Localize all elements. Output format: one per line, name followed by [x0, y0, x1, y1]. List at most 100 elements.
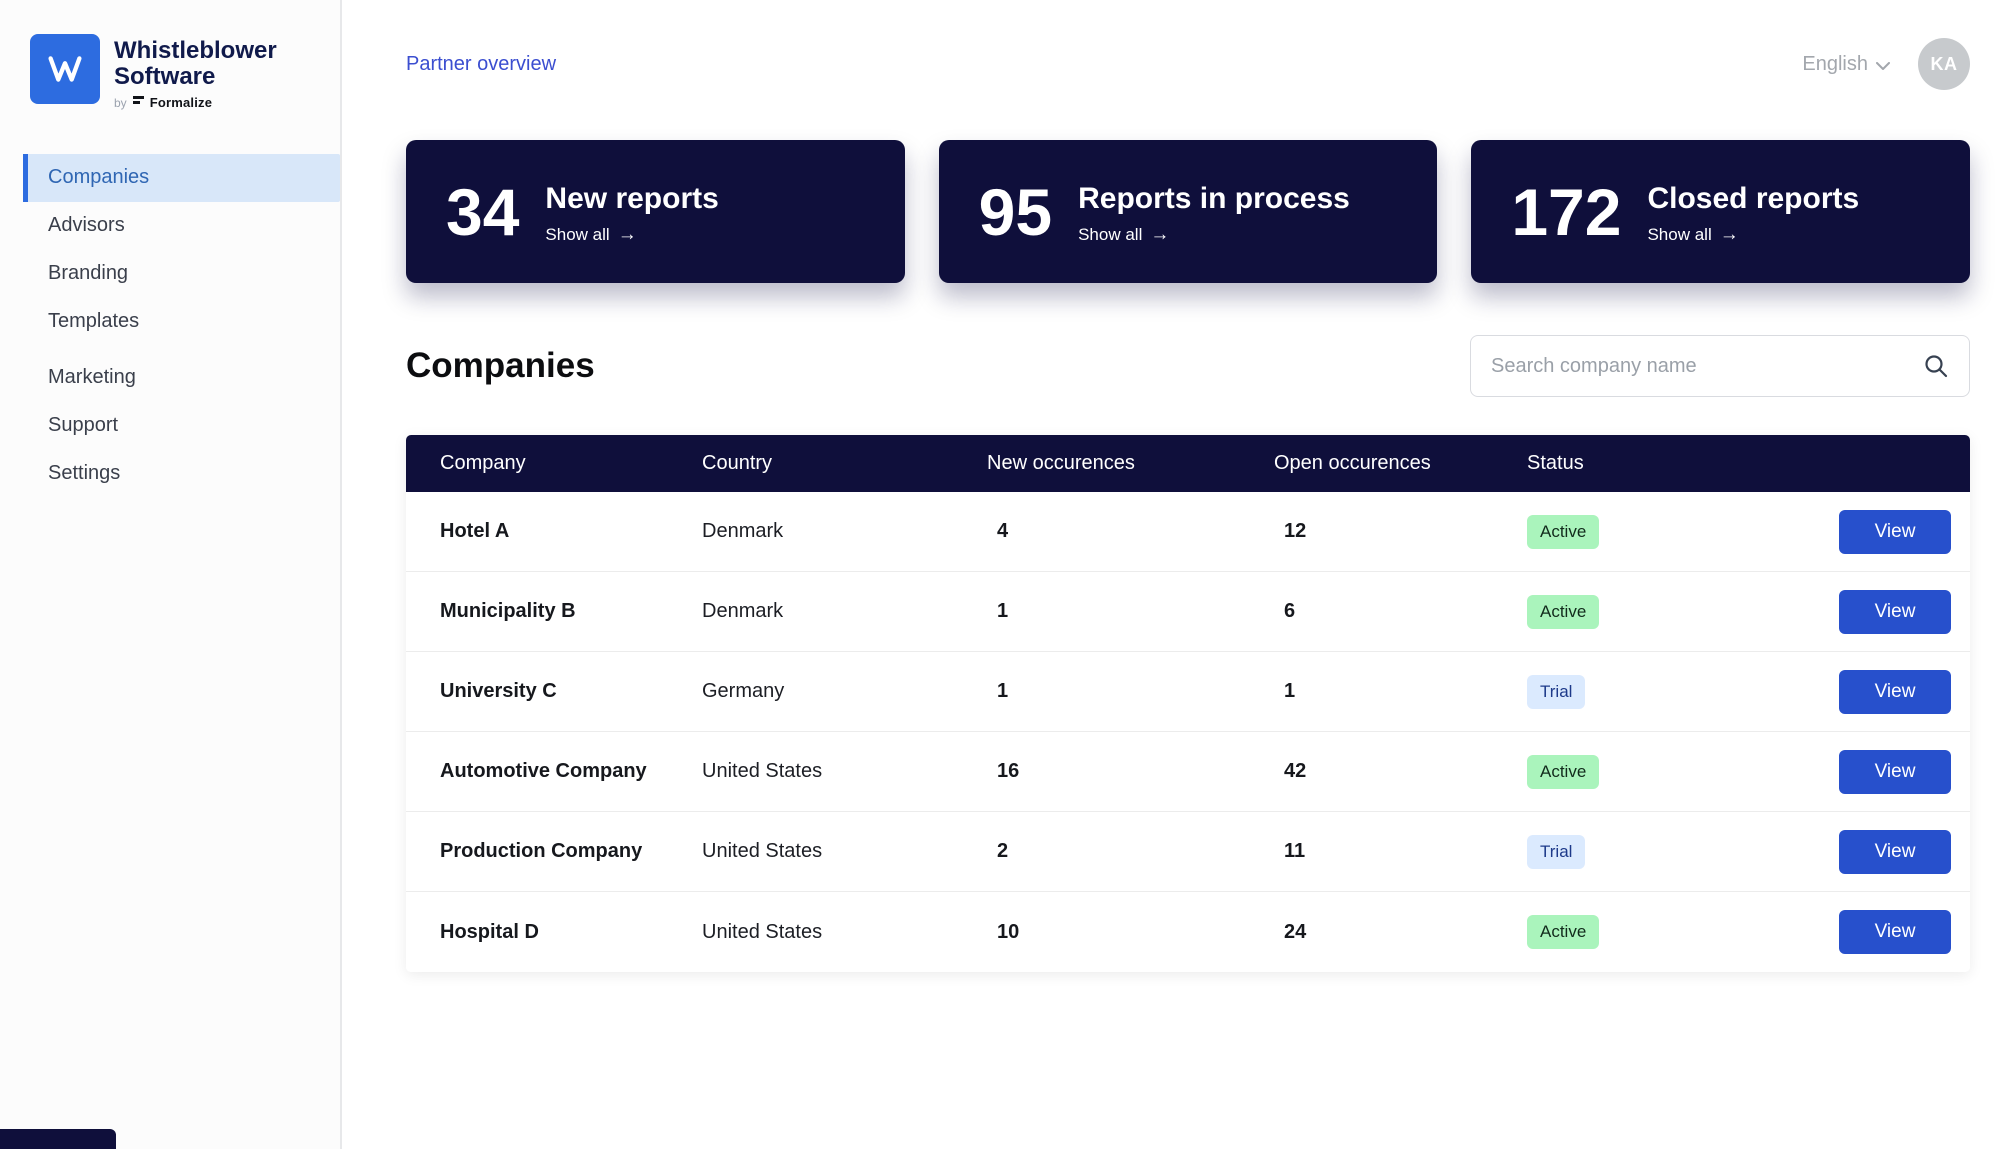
sidebar: Whistleblower Software by Formalize Comp…: [0, 0, 342, 1149]
view-button[interactable]: View: [1839, 589, 1951, 634]
column-header-new-occurences: New occurences: [987, 452, 1135, 474]
brand-name-line2: Software: [114, 62, 216, 90]
table-row: University C Germany 1 1 Trial View: [406, 652, 1970, 732]
show-all-link[interactable]: Show all →: [1078, 224, 1350, 246]
byline-prefix: by: [114, 95, 127, 110]
stat-card-new-reports: 34 New reports Show all →: [406, 140, 905, 283]
sidebar-item-label: Advisors: [48, 214, 125, 237]
table-row: Automotive Company United States 16 42 A…: [406, 732, 1970, 812]
company-name: Production Company: [440, 840, 643, 862]
language-selector[interactable]: English: [1802, 52, 1890, 77]
sidebar-item-support[interactable]: Support: [0, 402, 340, 450]
company-name: Municipality B: [440, 600, 576, 622]
open-occurences-value: 1: [1284, 680, 1296, 702]
sidebar-item-marketing[interactable]: Marketing: [0, 354, 340, 402]
table-row: Municipality B Denmark 1 6 Active View: [406, 572, 1970, 652]
new-occurences-value: 2: [997, 840, 1009, 862]
sidebar-item-templates[interactable]: Templates: [0, 298, 340, 346]
column-header-company: Company: [440, 452, 526, 474]
status-badge: Trial: [1527, 834, 1586, 869]
search-icon[interactable]: [1923, 353, 1949, 379]
status-badge: Active: [1527, 754, 1600, 789]
sidebar-item-companies[interactable]: Companies: [23, 153, 340, 202]
sidebar-item-label: Support: [48, 414, 119, 437]
sidebar-item-label: Companies: [48, 166, 150, 189]
status-badge: Active: [1527, 915, 1600, 949]
topbar: Partner overview English KA: [406, 38, 1970, 90]
arrow-right-icon: →: [617, 223, 637, 245]
stat-card-reports-in-process: 95 Reports in process Show all →: [938, 140, 1438, 283]
view-button[interactable]: View: [1839, 829, 1951, 874]
stat-value: 172: [1511, 174, 1622, 249]
company-country: United States: [702, 760, 823, 782]
formalize-logo-icon: [132, 94, 145, 112]
company-name: University C: [440, 680, 557, 702]
logo: Whistleblower Software by Formalize: [0, 0, 340, 112]
sidebar-item-settings[interactable]: Settings: [0, 450, 340, 498]
company-name: Automotive Company: [440, 760, 647, 782]
new-occurences-value: 1: [997, 680, 1009, 702]
status-badge: Trial: [1527, 674, 1586, 709]
sidebar-nav: Companies Advisors Branding Templates Ma…: [0, 153, 340, 498]
stat-label: New reports: [545, 181, 719, 215]
sidebar-item-label: Marketing: [48, 366, 136, 389]
stat-label: Closed reports: [1647, 181, 1860, 215]
brand-name-line1: Whistleblower: [114, 37, 277, 64]
breadcrumb[interactable]: Partner overview: [406, 53, 556, 76]
company-country: United States: [702, 840, 823, 862]
table-header-row: Company Country New occurences Open occu…: [406, 435, 1970, 492]
view-button[interactable]: View: [1839, 669, 1951, 714]
logo-text: Whistleblower Software by Formalize: [114, 34, 277, 112]
byline-brand: Formalize: [149, 95, 213, 111]
view-button[interactable]: View: [1839, 749, 1951, 794]
companies-table: Company Country New occurences Open occu…: [406, 435, 1970, 972]
sidebar-item-label: Settings: [48, 462, 121, 485]
show-all-label: Show all: [1647, 224, 1712, 244]
view-button[interactable]: View: [1839, 509, 1951, 554]
search-input[interactable]: [1491, 354, 1923, 378]
table-row: Hospital D United States 10 24 Active Vi…: [406, 892, 1970, 972]
view-button[interactable]: View: [1839, 910, 1951, 954]
language-label: English: [1802, 52, 1868, 75]
show-all-link[interactable]: Show all →: [1647, 224, 1859, 246]
status-badge: Active: [1527, 514, 1600, 549]
open-occurences-value: 24: [1284, 920, 1307, 943]
company-country: Denmark: [702, 520, 784, 542]
chevron-down-icon: [1876, 54, 1890, 77]
company-name: Hospital D: [440, 920, 539, 943]
stat-value: 34: [446, 174, 520, 249]
sidebar-item-branding[interactable]: Branding: [0, 250, 340, 298]
app-root: Whistleblower Software by Formalize Comp…: [0, 0, 2000, 1149]
company-country: Germany: [702, 680, 785, 702]
stat-cards: 34 New reports Show all → 95 Reports in …: [406, 140, 1971, 283]
table-row: Production Company United States 2 11 Tr…: [406, 812, 1970, 892]
new-occurences-value: 1: [997, 600, 1009, 622]
sidebar-item-advisors[interactable]: Advisors: [0, 202, 340, 250]
arrow-right-icon: →: [1719, 223, 1739, 245]
column-header-open-occurences: Open occurences: [1274, 452, 1431, 474]
stat-card-closed-reports: 172 Closed reports Show all →: [1471, 140, 1971, 283]
main-content: Partner overview English KA 34 New repor…: [342, 0, 2000, 1149]
company-name: Hotel A: [440, 520, 510, 542]
stat-value: 95: [978, 174, 1053, 249]
stat-label: Reports in process: [1078, 181, 1350, 215]
sidebar-item-label: Templates: [48, 310, 140, 333]
new-occurences-value: 10: [997, 920, 1020, 943]
bottom-widget[interactable]: [0, 1129, 116, 1149]
open-occurences-value: 42: [1284, 760, 1307, 782]
avatar[interactable]: KA: [1918, 38, 1970, 90]
new-occurences-value: 4: [997, 520, 1009, 542]
new-occurences-value: 16: [997, 760, 1020, 782]
open-occurences-value: 12: [1284, 520, 1307, 542]
company-country: Denmark: [702, 600, 784, 622]
column-header-status: Status: [1527, 452, 1584, 474]
company-country: United States: [702, 920, 823, 943]
show-all-link[interactable]: Show all →: [545, 224, 718, 246]
open-occurences-value: 11: [1284, 840, 1306, 862]
sidebar-item-label: Branding: [48, 262, 129, 285]
show-all-label: Show all: [545, 224, 610, 244]
column-header-country: Country: [702, 452, 773, 474]
companies-section-head: Companies: [406, 335, 1970, 397]
page-title: Companies: [406, 346, 595, 385]
table-row: Hotel A Denmark 4 12 Active View: [406, 492, 1970, 572]
